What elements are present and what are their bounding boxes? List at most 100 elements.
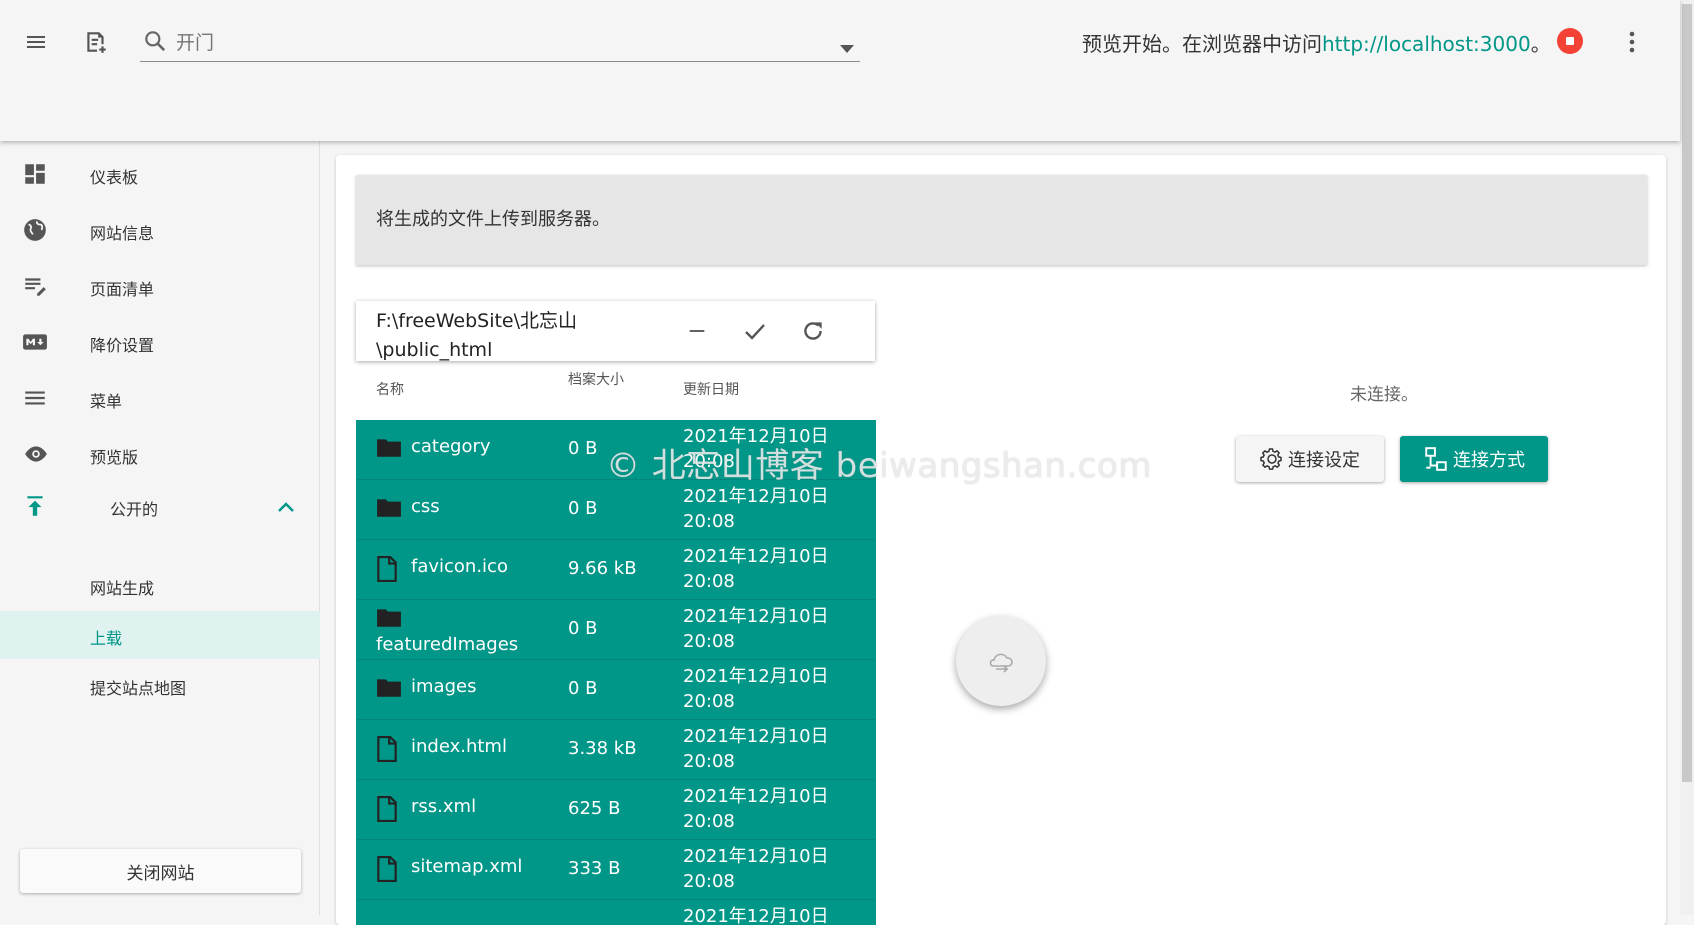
connection-settings-button[interactable]: 连接设定 [1236, 436, 1384, 482]
eye-icon [22, 441, 50, 469]
file-date-day: 2021年12月10日 [683, 606, 829, 627]
minus-icon[interactable] [681, 315, 713, 347]
file-icon [376, 736, 402, 762]
sidebar-item-preview[interactable]: 预览版 [0, 427, 320, 483]
folder-icon [376, 676, 402, 702]
file-row[interactable]: favicon.ico 9.66 kB 2021年12月10日 20:08 [356, 540, 876, 600]
file-date-time: 20:08 [683, 631, 735, 652]
file-date: 2021年12月10日 20:08 [683, 484, 843, 534]
sidebar-subitem-upload[interactable]: 上载 [0, 611, 320, 659]
file-name: images [411, 676, 477, 697]
sidebar-group-publish[interactable]: 公开的 [0, 479, 320, 535]
file-date-day: 2021年12月10日 [683, 786, 829, 807]
file-date: 2021年12月10日 20:08 [683, 544, 843, 594]
file-date-time: 20:08 [683, 571, 735, 592]
file-name: css [411, 496, 440, 517]
new-post-icon[interactable] [78, 24, 114, 60]
search-input[interactable] [174, 30, 774, 56]
sidebar-subitem-label: 网站生成 [90, 579, 155, 598]
file-size: 0 B [568, 438, 598, 459]
sidebar-item-label: 降价设置 [90, 336, 155, 355]
file-row[interactable]: featuredImages 0 B 2021年12月10日 20:08 [356, 600, 876, 660]
sidebar-item-menu[interactable]: 菜单 [0, 371, 320, 427]
file-date: 2021年12月10日 20:08 [683, 784, 843, 834]
file-name: category [411, 436, 491, 457]
connection-status: 未连接。 [1350, 385, 1418, 405]
file-icon [376, 856, 402, 882]
sidebar-item-label: 页面清单 [90, 280, 155, 299]
column-size: 档案大小 [568, 372, 624, 388]
file-date: 2021年12月10日 20:08 [683, 664, 843, 714]
connection-method-label: 连接方式 [1453, 450, 1525, 471]
file-size: 3.38 kB [568, 738, 637, 759]
file-row[interactable]: sitemap.xml 333 B 2021年12月10日 20:08 [356, 840, 876, 900]
local-path-bar: F:\freeWebSite\北忘山\public_html [356, 301, 875, 361]
file-row[interactable]: index.html 3.38 kB 2021年12月10日 20:08 [356, 720, 876, 780]
folder-icon [376, 496, 402, 522]
sidebar-item-site-info[interactable]: 网站信息 [0, 203, 320, 259]
check-icon[interactable] [739, 315, 771, 347]
window-scrollbar[interactable] [1680, 0, 1694, 915]
scrollbar-thumb[interactable] [1682, 4, 1692, 782]
file-row[interactable]: 2021年12月10日 [356, 900, 876, 925]
file-size: 625 B [568, 798, 621, 819]
sidebar-subitem-label: 提交站点地图 [90, 679, 187, 698]
markdown-icon [22, 329, 50, 357]
sidebar-item-page-list[interactable]: 页面清单 [0, 259, 320, 315]
file-date-day: 2021年12月10日 [683, 846, 829, 867]
file-row[interactable]: css 0 B 2021年12月10日 20:08 [356, 480, 876, 540]
sidebar-subitem-label: 上载 [90, 629, 123, 648]
sidebar-subitem-submit-sitemap[interactable]: 提交站点地图 [0, 661, 320, 709]
file-date-time: 20:08 [683, 811, 735, 832]
info-text: 将生成的文件上传到服务器。 [376, 209, 610, 230]
sidebar-item-markdown[interactable]: 降价设置 [0, 315, 320, 371]
file-size: 9.66 kB [568, 558, 637, 579]
info-banner: 将生成的文件上传到服务器。 [356, 175, 1647, 265]
sidebar-item-dashboard[interactable]: 仪表板 [0, 147, 320, 203]
gear-icon [1260, 448, 1282, 470]
globe-icon [22, 217, 50, 245]
app-toolbar: 预览开始。在浏览器中访问http://localhost:3000。 [0, 0, 1680, 141]
upload-fab-button[interactable] [956, 616, 1046, 706]
chevron-up-icon[interactable] [278, 497, 294, 516]
sidebar: 仪表板 网站信息 页面清单 降价设置 菜单 预览版 公开的 网站生成 上载 提交… [0, 141, 320, 915]
close-site-button[interactable]: 关闭网站 [20, 849, 301, 893]
file-date: 2021年12月10日 20:08 [683, 604, 843, 654]
preview-url-link[interactable]: http://localhost:3000 [1322, 32, 1531, 56]
file-date-day: 2021年12月10日 [683, 666, 829, 687]
dashboard-icon [22, 161, 50, 189]
connection-method-button[interactable]: 连接方式 [1400, 436, 1548, 482]
folder-icon [376, 436, 402, 462]
sidebar-item-label: 仪表板 [90, 168, 139, 187]
file-icon [376, 796, 402, 822]
cloud-upload-icon [989, 653, 1013, 673]
file-row[interactable]: images 0 B 2021年12月10日 20:08 [356, 660, 876, 720]
file-date-time: 20:08 [683, 691, 735, 712]
dropdown-arrow-icon[interactable] [840, 38, 854, 57]
file-size: 0 B [568, 678, 598, 699]
file-date: 2021年12月10日 20:08 [683, 724, 843, 774]
file-name: sitemap.xml [411, 856, 523, 877]
file-name: favicon.ico [411, 556, 508, 577]
sidebar-subitem-site-generate[interactable]: 网站生成 [0, 561, 320, 609]
file-name: rss.xml [411, 796, 477, 817]
stop-preview-button[interactable] [1557, 28, 1583, 54]
preview-status-suffix: 。 [1530, 32, 1551, 56]
local-path-text: F:\freeWebSite\北忘山\public_html [376, 310, 578, 361]
site-search-combobox[interactable] [140, 22, 860, 62]
file-icon [376, 556, 402, 582]
column-name: 名称 [376, 382, 404, 398]
folder-icon [376, 606, 402, 632]
file-size: 0 B [568, 618, 598, 639]
file-row[interactable]: rss.xml 625 B 2021年12月10日 20:08 [356, 780, 876, 840]
more-vert-icon[interactable] [1620, 24, 1644, 60]
refresh-icon[interactable] [797, 315, 829, 347]
file-size: 0 B [568, 498, 598, 519]
file-name: featuredImages [376, 634, 519, 655]
hamburger-menu-icon[interactable] [18, 24, 54, 60]
file-date: 2021年12月10日 20:08 [683, 844, 843, 894]
file-date-time: 20:08 [683, 871, 735, 892]
file-date-day: 2021年12月10日 [683, 486, 829, 507]
edit-list-icon [22, 273, 50, 301]
sidebar-item-label: 网站信息 [90, 224, 155, 243]
